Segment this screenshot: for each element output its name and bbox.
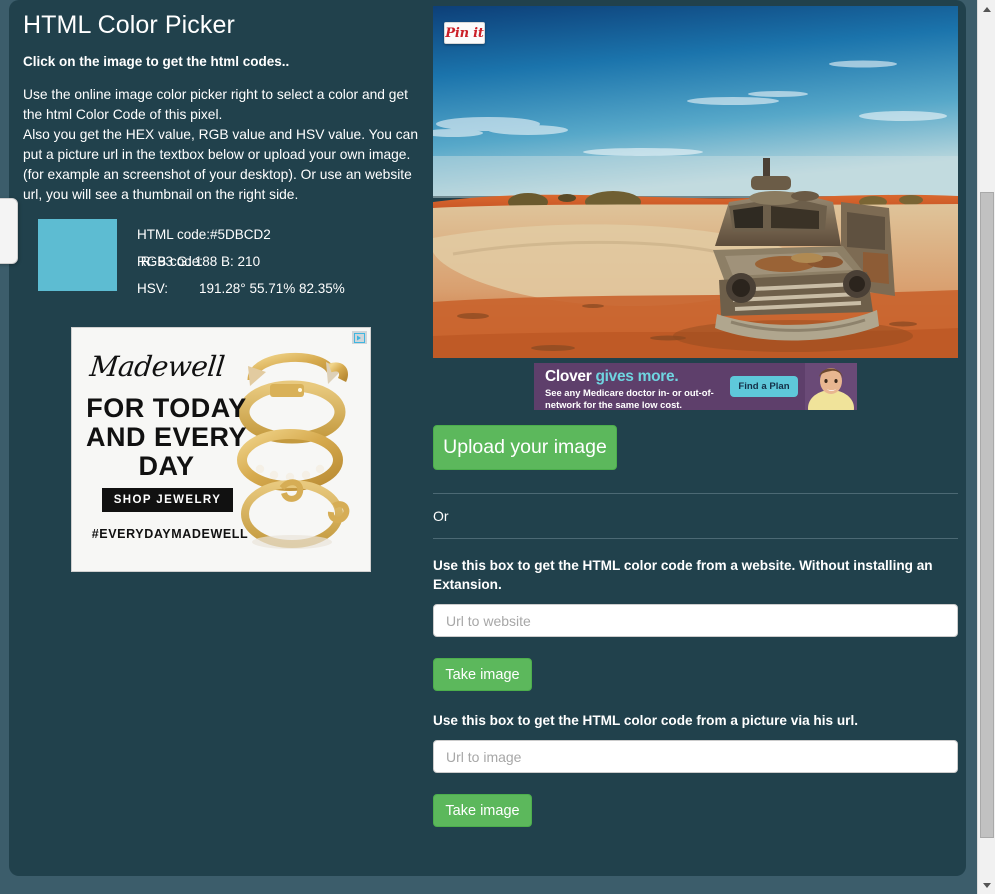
intro-paragraph: Use the online image color picker right … bbox=[23, 87, 418, 202]
color-result-block: HTML code: #5DBCD2 RGB code: R: 93 G: 188… bbox=[23, 219, 418, 296]
clover-headline: Clover gives more. bbox=[545, 368, 679, 386]
clover-subtext: See any Medicare doctor in- or out-of-ne… bbox=[545, 387, 714, 410]
vertical-scrollbar[interactable] bbox=[977, 0, 995, 894]
upload-image-button[interactable]: Upload your image bbox=[433, 425, 617, 470]
ad-shop-jewelry-button[interactable]: SHOP JEWELRY bbox=[102, 488, 233, 512]
hsv-code-value: 191.28° 55.71% 82.35% bbox=[199, 281, 345, 296]
rgb-code-row: RGB code: R: 93 G: 188 B: 210 bbox=[137, 248, 345, 275]
scroll-down-arrow-icon[interactable] bbox=[978, 876, 995, 894]
html-code-label: HTML code: bbox=[137, 227, 211, 242]
html-code-row: HTML code: #5DBCD2 bbox=[137, 221, 345, 248]
color-picker-image[interactable]: Pin it bbox=[433, 6, 958, 358]
ad-headline: FOR TODAY AND EVERY DAY bbox=[85, 393, 248, 481]
clover-find-a-plan-button[interactable]: Find a Plan bbox=[730, 376, 798, 397]
take-image-url-button[interactable]: Take image bbox=[433, 794, 532, 827]
image-field-label: Use this box to get the HTML color code … bbox=[433, 713, 858, 728]
clover-tagline: gives more. bbox=[595, 368, 679, 385]
clover-brand: Clover bbox=[545, 368, 592, 385]
or-label: Or bbox=[433, 508, 449, 524]
scroll-up-arrow-icon[interactable] bbox=[978, 0, 995, 18]
side-tab-handle[interactable] bbox=[0, 198, 18, 264]
html-code-value: #5DBCD2 bbox=[210, 227, 271, 242]
browser-viewport: HTML Color Picker Click on the image to … bbox=[0, 0, 995, 894]
hsv-code-label: HSV: bbox=[137, 281, 169, 296]
rgb-code-value: R: 93 G: 188 B: 210 bbox=[137, 254, 261, 269]
color-picker-card: HTML Color Picker Click on the image to … bbox=[9, 0, 966, 876]
color-swatch bbox=[38, 219, 117, 291]
advertisement-madewell[interactable]: Madewell FOR TODAY AND EVERY DAY SHOP JE… bbox=[71, 327, 371, 572]
pin-it-label: Pin it bbox=[445, 25, 484, 41]
url-to-image-input[interactable] bbox=[433, 740, 958, 773]
desert-car-photo[interactable] bbox=[433, 6, 958, 358]
ad-hashtag: #EVERYDAYMADEWELL bbox=[91, 527, 249, 541]
divider-top bbox=[433, 493, 958, 494]
clover-person-photo bbox=[805, 363, 857, 410]
bracelets-illustration bbox=[237, 353, 350, 549]
take-image-website-button[interactable]: Take image bbox=[433, 658, 532, 691]
page-title: HTML Color Picker bbox=[23, 11, 235, 39]
url-to-website-input[interactable] bbox=[433, 604, 958, 637]
form-area: Upload your image Or Use this box to get… bbox=[433, 425, 958, 827]
advertisement-clover[interactable]: Clover gives more. See any Medicare doct… bbox=[534, 363, 857, 410]
divider-bottom bbox=[433, 538, 958, 539]
website-field-label: Use this box to get the HTML color code … bbox=[433, 558, 933, 592]
hsv-code-row: HSV: 191.28° 55.71% 82.35% bbox=[137, 275, 345, 302]
click-hint-text: Click on the image to get the html codes… bbox=[23, 54, 290, 69]
ad-brand-logo: Madewell bbox=[88, 350, 227, 383]
left-column: HTML Color Picker Click on the image to … bbox=[23, 0, 418, 296]
pin-it-button[interactable]: Pin it bbox=[444, 22, 485, 44]
adchoices-icon[interactable] bbox=[352, 331, 367, 344]
scrollbar-thumb[interactable] bbox=[980, 192, 994, 838]
color-codes: HTML code: #5DBCD2 RGB code: R: 93 G: 188… bbox=[137, 221, 345, 302]
